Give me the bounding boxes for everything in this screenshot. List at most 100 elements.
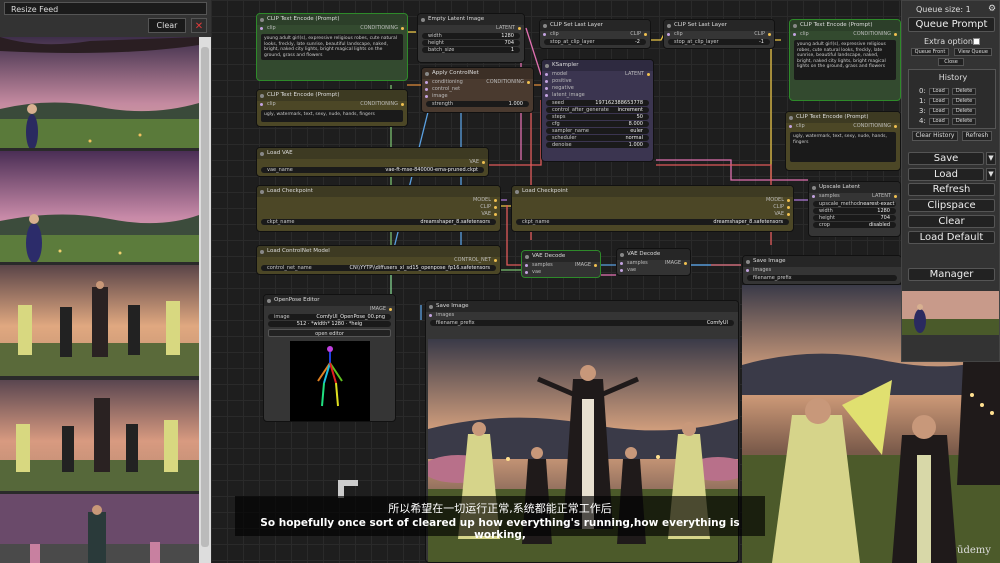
history-delete-button[interactable]: Delete	[951, 97, 977, 105]
feed-scrollbar-thumb[interactable]	[201, 47, 209, 547]
output-conditioning[interactable]: CONDITIONING	[486, 79, 533, 86]
seed-widget[interactable]: seed 197162388653778	[546, 100, 649, 106]
node-apply-controlnet[interactable]: Apply ControlNet conditioning CONDITIONI…	[421, 67, 534, 113]
input-samples[interactable]: samples	[809, 193, 840, 200]
strength-widget[interactable]: strength 1.000	[426, 101, 529, 107]
node-title[interactable]: Load ControlNet Model	[257, 246, 500, 257]
height-widget[interactable]: height 704	[422, 40, 520, 46]
input-vae[interactable]: vae	[617, 267, 690, 274]
queue-prompt-button[interactable]: Queue Prompt	[908, 17, 995, 32]
close-button[interactable]: Close	[938, 58, 964, 66]
node-clip-set-last-layer[interactable]: CLIP Set Last Layer clip CLIP stop_at_cl…	[539, 19, 651, 49]
dimension-widget[interactable]: 512 · *width* 1280 · *heig	[268, 321, 391, 327]
node-title[interactable]: CLIP Text Encode (Prompt)	[786, 112, 900, 123]
node-clip-text-encode-positive-2[interactable]: CLIP Text Encode (Prompt) clip CONDITION…	[789, 19, 901, 101]
node-title[interactable]: Load Checkpoint	[512, 186, 793, 197]
output-latent[interactable]: LATENT	[625, 71, 653, 78]
output-vae[interactable]: VAE	[512, 211, 793, 218]
node-load-checkpoint-2[interactable]: Load Checkpoint MODEL CLIP VAE ckpt_name…	[511, 185, 794, 232]
height-widget[interactable]: height 704	[813, 215, 896, 221]
input-negative[interactable]: negative	[542, 85, 653, 92]
ckpt-name-widget[interactable]: ckpt_name dreamshaper_8.safetensors	[516, 219, 789, 225]
output-conditioning[interactable]: CONDITIONING	[853, 31, 900, 38]
node-clip-set-last-layer[interactable]: CLIP Set Last Layer clip CLIP stop_at_cl…	[663, 19, 775, 49]
input-vae[interactable]: vae	[522, 269, 600, 276]
node-load-checkpoint[interactable]: Load Checkpoint MODEL CLIP VAE ckpt_name…	[256, 185, 501, 232]
prompt-textarea[interactable]: young adult girl(s), expressive religiou…	[261, 34, 403, 60]
node-clip-text-encode-negative[interactable]: CLIP Text Encode (Prompt) clip CONDITION…	[256, 89, 408, 127]
control-after-generate-widget[interactable]: control_after_generate increment	[546, 107, 649, 113]
input-samples[interactable]: samples	[522, 262, 553, 269]
feed-thumbnail[interactable]	[0, 380, 199, 491]
node-title[interactable]: VAE Decode	[617, 249, 690, 260]
input-conditioning[interactable]: conditioning	[422, 79, 463, 86]
control-net-name-widget[interactable]: control_net_name CN\\YYTP\\diffusers_xl_s…	[261, 265, 496, 271]
node-title[interactable]: Load VAE	[257, 148, 488, 159]
input-clip[interactable]: clip	[540, 31, 559, 38]
node-vae-decode[interactable]: VAE Decode samples IMAGE vae	[521, 250, 601, 278]
output-clip[interactable]: CLIP	[257, 204, 500, 211]
input-positive[interactable]: positive	[542, 78, 653, 85]
node-graph-canvas[interactable]: CLIP Text Encode (Prompt) clip CONDITION…	[211, 0, 1000, 563]
history-load-button[interactable]: Load	[928, 117, 949, 125]
ckpt-name-widget[interactable]: ckpt_name dreamshaper_8.safetensors	[261, 219, 496, 225]
clear-feed-button[interactable]: Clear	[148, 18, 186, 33]
node-title[interactable]: CLIP Text Encode (Prompt)	[790, 20, 900, 31]
save-dropdown-arrow-icon[interactable]: ▼	[986, 152, 996, 165]
input-clip[interactable]: clip	[257, 101, 276, 108]
input-latent-image[interactable]: latent_image	[542, 92, 653, 99]
input-samples[interactable]: samples	[617, 260, 648, 267]
node-clip-text-encode-positive[interactable]: CLIP Text Encode (Prompt) clip CONDITION…	[256, 13, 408, 81]
input-images[interactable]: images	[426, 312, 738, 319]
prompt-textarea[interactable]: ugly, watermark, text, sexy, nude, hands…	[261, 110, 403, 122]
input-image[interactable]: image	[422, 93, 533, 100]
node-vae-decode-2[interactable]: VAE Decode samples IMAGE vae	[616, 248, 691, 276]
output-image[interactable]: IMAGE	[575, 262, 600, 269]
history-load-button[interactable]: Load	[928, 87, 949, 95]
feed-thumbnail[interactable]	[0, 151, 199, 262]
filename-prefix-widget[interactable]: filename_prefix	[747, 275, 897, 281]
output-clip[interactable]: CLIP	[512, 204, 793, 211]
input-clip[interactable]: clip	[664, 31, 683, 38]
load-dropdown-arrow-icon[interactable]: ▼	[986, 168, 996, 181]
manager-button[interactable]: Manager	[908, 268, 995, 281]
output-clip[interactable]: CLIP	[754, 31, 774, 38]
width-widget[interactable]: width 1280	[813, 208, 896, 214]
node-empty-latent-image[interactable]: Empty Latent Image LATENT width 1280 heig…	[417, 13, 525, 63]
image-widget[interactable]: image ComfyUI_OpenPose_00.png	[268, 314, 391, 320]
feed-thumbnail[interactable]	[0, 37, 199, 148]
node-title[interactable]: CLIP Text Encode (Prompt)	[257, 14, 407, 25]
node-ksampler[interactable]: KSampler model LATENT positive negative …	[541, 59, 654, 162]
load-default-button[interactable]: Load Default	[908, 231, 995, 244]
output-model[interactable]: MODEL	[257, 197, 500, 204]
clipspace-button[interactable]: Clipspace	[908, 199, 995, 212]
crop-widget[interactable]: crop disabled	[813, 222, 896, 228]
denoise-widget[interactable]: denoise 1.000	[546, 142, 649, 148]
refresh-button[interactable]: Refresh	[908, 183, 995, 196]
close-feed-button[interactable]: ✕	[191, 18, 207, 33]
output-model[interactable]: MODEL	[512, 197, 793, 204]
node-title[interactable]: Apply ControlNet	[422, 68, 533, 79]
output-vae[interactable]: VAE	[257, 159, 488, 166]
node-title[interactable]: Empty Latent Image	[418, 14, 524, 25]
node-upscale-latent[interactable]: Upscale Latent samples LATENT upscale_me…	[808, 181, 901, 237]
stop-at-clip-layer-widget[interactable]: stop_at_clip_layer -1	[668, 39, 770, 45]
input-clip[interactable]: clip	[257, 25, 276, 32]
node-load-controlnet-model[interactable]: Load ControlNet Model CONTROL_NET contro…	[256, 245, 501, 275]
input-model[interactable]: model	[542, 71, 568, 78]
output-conditioning[interactable]: CONDITIONING	[360, 101, 407, 108]
node-title[interactable]: Save Image	[426, 301, 738, 312]
vae-name-widget[interactable]: vae_name vae-ft-mse-840000-ema-pruned.ckp…	[261, 167, 484, 173]
extra-options-checkbox[interactable]	[973, 38, 980, 45]
node-title[interactable]: CLIP Set Last Layer	[540, 20, 650, 31]
output-conditioning[interactable]: CONDITIONING	[360, 25, 407, 32]
output-clip[interactable]: CLIP	[630, 31, 650, 38]
settings-gear-icon[interactable]: ⚙	[988, 4, 996, 14]
prompt-textarea[interactable]: young adult girl(s), expressive religiou…	[794, 40, 896, 80]
input-images[interactable]: images	[743, 267, 901, 274]
output-image[interactable]: IMAGE	[665, 260, 690, 267]
node-title[interactable]: OpenPose Editor	[264, 295, 395, 306]
sampler-name-widget[interactable]: sampler_name euler	[546, 128, 649, 134]
output-latent[interactable]: LATENT	[418, 25, 524, 32]
refresh-history-button[interactable]: Refresh	[962, 131, 992, 141]
